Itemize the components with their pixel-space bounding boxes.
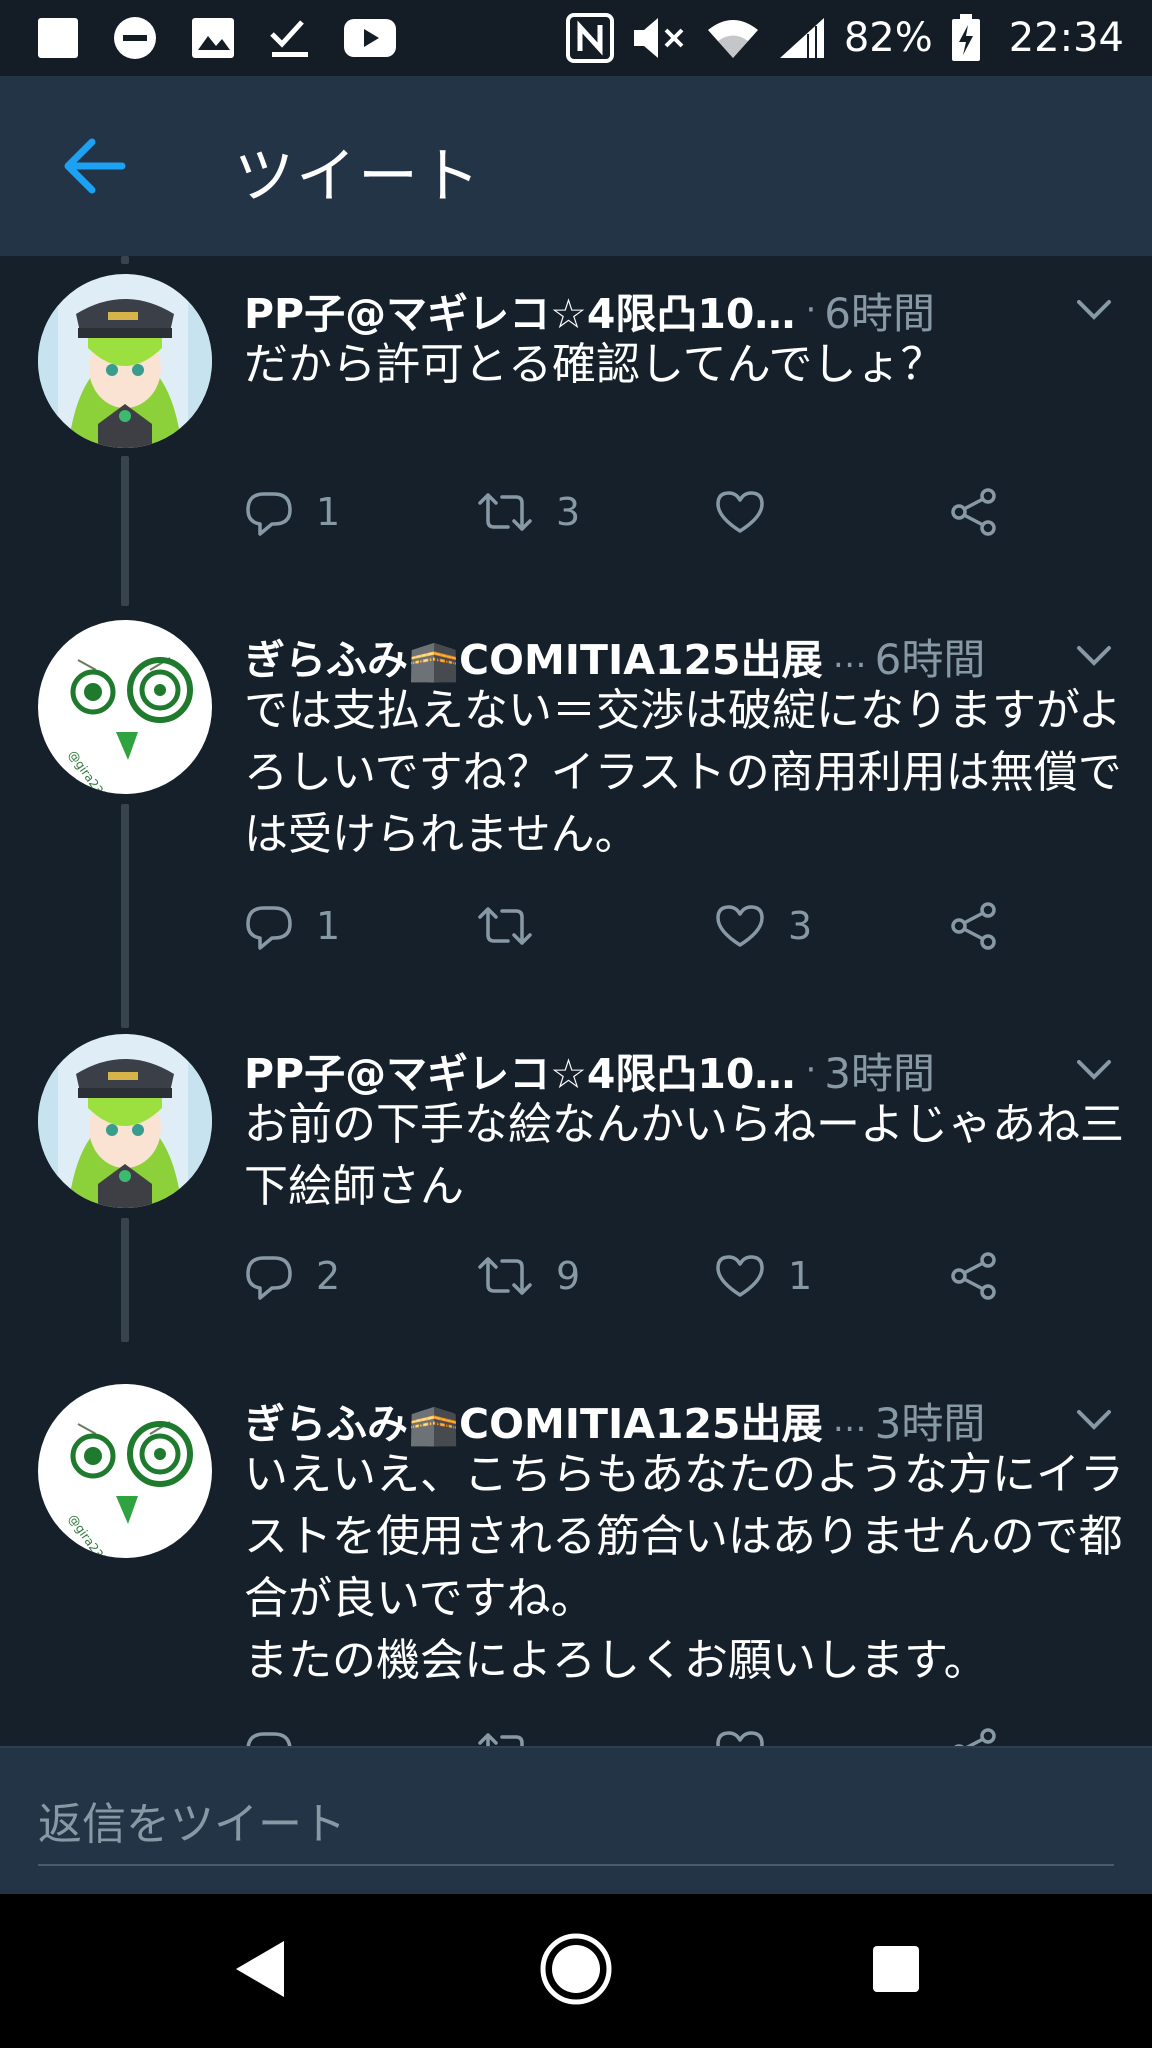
heart-icon: [714, 489, 766, 535]
share-button[interactable]: [948, 1251, 1000, 1301]
reply-icon: [244, 488, 294, 536]
tweet-time[interactable]: 3時間: [875, 1390, 986, 1451]
nav-back-button[interactable]: [220, 1931, 300, 2011]
reply-icon: [244, 902, 294, 950]
like-button[interactable]: 1: [714, 1253, 812, 1299]
nav-home-button[interactable]: [536, 1931, 616, 2011]
tweet-text: お前の下手な絵なんかいらねーよじゃあね三下絵師さん: [244, 1099, 1124, 1212]
share-button[interactable]: [948, 487, 1000, 537]
battery-charging-icon: [951, 14, 981, 62]
separator-dot: …: [832, 1400, 867, 1440]
avatar[interactable]: [38, 1034, 212, 1208]
tweet-time[interactable]: 6時間: [824, 280, 935, 341]
reply-icon: [244, 1252, 294, 1300]
reply-icon: [244, 1728, 294, 1746]
retweet-icon: [476, 903, 534, 949]
nfc-icon: [565, 13, 614, 63]
like-button[interactable]: [714, 489, 788, 535]
separator-dot: ·: [805, 1050, 817, 1090]
tweet-text: だから許可とる確認してんでしょ？: [244, 339, 945, 390]
retweet-button[interactable]: [476, 1729, 556, 1746]
tweet-actions: 1 3: [244, 896, 1024, 956]
reply-button[interactable]: 1: [244, 488, 340, 536]
tweet-author-name[interactable]: ぎらふみ🕋COMITIA125出展: [244, 1390, 823, 1450]
reply-count: 1: [316, 904, 341, 948]
avatar[interactable]: @gira23killer: [38, 1384, 212, 1558]
retweet-count: 9: [556, 1254, 581, 1298]
signal-icon: [778, 16, 826, 60]
tweet-text: では支払えない＝交渉は破綻になりますがよろしいですね？イラストの商用利用は無償で…: [244, 685, 1122, 860]
tweet-actions: 1 3: [244, 482, 1024, 542]
retweet-icon: [476, 1253, 534, 1299]
separator-dot: ·: [805, 290, 817, 330]
retweet-icon: [476, 489, 534, 535]
tweet-actions: [244, 1722, 1024, 1746]
reply-button[interactable]: [244, 1728, 316, 1746]
nav-recents-button[interactable]: [856, 1931, 936, 2011]
separator-dot: …: [832, 636, 867, 676]
avatar[interactable]: [38, 274, 212, 448]
tweet-author-name[interactable]: PP子@マギレコ☆4限凸10…: [244, 1040, 795, 1100]
tweet-time[interactable]: 3時間: [824, 1040, 935, 1101]
thread-line: [121, 456, 129, 606]
app-header: ツイート: [0, 76, 1152, 256]
retweet-count: 3: [556, 490, 581, 534]
reply-button[interactable]: 1: [244, 902, 340, 950]
reply-count: 2: [316, 1254, 341, 1298]
back-triangle-icon: [232, 1937, 288, 2005]
thread-line: [121, 256, 129, 264]
share-button[interactable]: [948, 901, 1000, 951]
share-icon: [948, 1727, 1000, 1746]
like-button[interactable]: 3: [714, 903, 812, 949]
mute-icon: [632, 15, 688, 61]
stop-icon: [36, 16, 80, 60]
reply-composer: 返信をツイート: [0, 1746, 1152, 1894]
heart-icon: [714, 903, 766, 949]
tweet-thread[interactable]: PP子@マギレコ☆4限凸10… · 6時間 だから許可とる確認してんでしょ？ 1…: [0, 256, 1152, 1746]
like-count: 1: [788, 1254, 813, 1298]
chevron-down-icon[interactable]: [1072, 288, 1116, 332]
reply-count: 1: [316, 490, 341, 534]
share-icon: [948, 901, 1000, 951]
status-bar: 82% 22:34: [0, 0, 1152, 76]
image-icon: [190, 16, 236, 60]
retweet-button[interactable]: [476, 903, 556, 949]
avatar[interactable]: @gira23killer: [38, 620, 212, 794]
checkmark-icon: [268, 16, 312, 60]
chevron-down-icon[interactable]: [1072, 1398, 1116, 1442]
share-button[interactable]: [948, 1727, 1000, 1746]
tweet-author-name[interactable]: ぎらふみ🕋COMITIA125出展: [244, 626, 823, 686]
tweet-actions: 2 9 1: [244, 1246, 1024, 1306]
do-not-disturb-icon: [112, 15, 158, 61]
reply-button[interactable]: 2: [244, 1252, 340, 1300]
share-icon: [948, 487, 1000, 537]
clock: 22:34: [1008, 15, 1124, 61]
share-icon: [948, 1251, 1000, 1301]
back-button[interactable]: [58, 132, 130, 204]
retweet-button[interactable]: 9: [476, 1253, 580, 1299]
battery-percent: 82%: [843, 15, 933, 61]
thread-line: [121, 1218, 129, 1342]
recents-square-icon: [871, 1944, 921, 1998]
retweet-button[interactable]: 3: [476, 489, 580, 535]
thread-line: [121, 804, 129, 1028]
system-nav-bar: [0, 1894, 1152, 2048]
wifi-icon: [706, 16, 760, 60]
youtube-icon: [344, 19, 396, 57]
like-button[interactable]: [714, 1729, 788, 1746]
heart-icon: [714, 1729, 766, 1746]
chevron-down-icon[interactable]: [1072, 1048, 1116, 1092]
heart-icon: [714, 1253, 766, 1299]
page-title: ツイート: [234, 142, 482, 212]
tweet-time[interactable]: 6時間: [875, 626, 986, 687]
chevron-down-icon[interactable]: [1072, 634, 1116, 678]
home-circle-icon: [539, 1932, 613, 2010]
tweet-author-name[interactable]: PP子@マギレコ☆4限凸10…: [244, 280, 795, 340]
tweet-text: いえいえ、こちらもあなたのような方にイラストを使用される筋合いはありませんので都…: [244, 1449, 1124, 1686]
like-count: 3: [788, 904, 813, 948]
retweet-icon: [476, 1729, 534, 1746]
arrow-left-icon: [62, 138, 126, 198]
reply-input[interactable]: 返信をツイート: [38, 1784, 1114, 1866]
